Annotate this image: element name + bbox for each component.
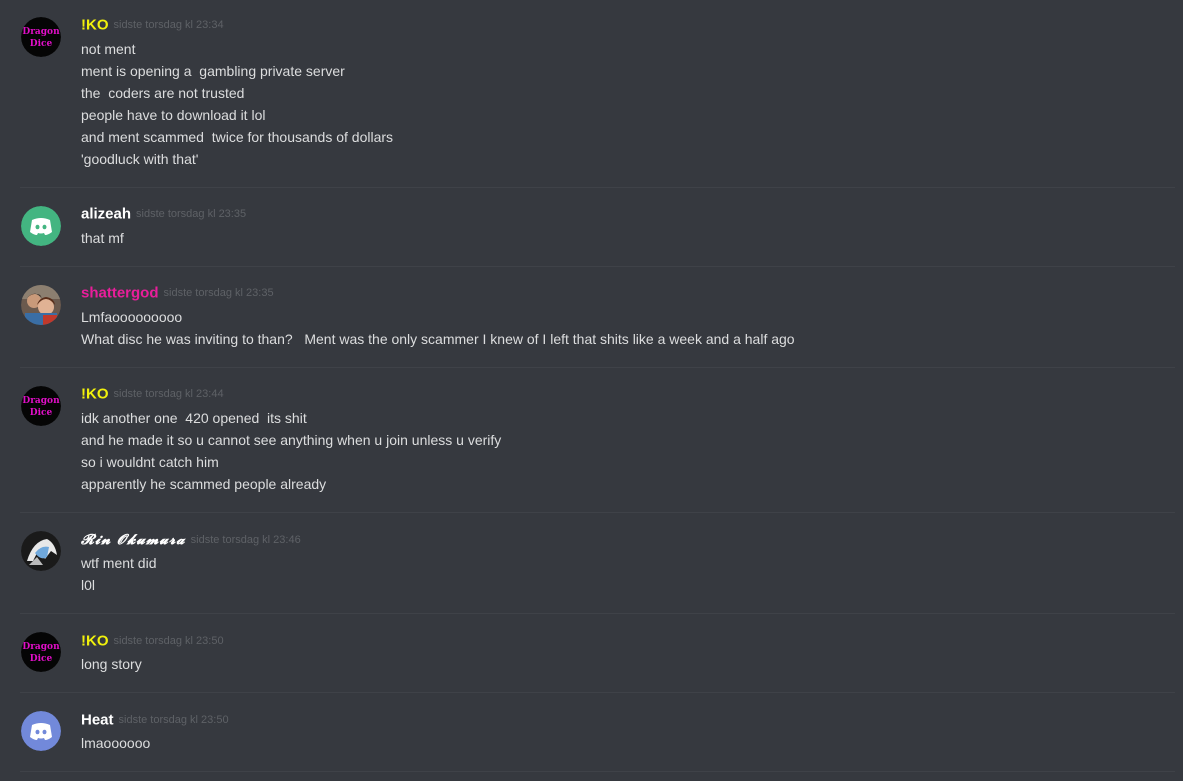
timestamp[interactable]: sidste torsdag kl 23:50 xyxy=(114,635,224,647)
message-header: !KO sidste torsdag kl 23:50 xyxy=(81,632,224,652)
message-group: Dragon Dice !KO sidste torsdag kl 23:44 i… xyxy=(0,368,1183,512)
message-header: Heat sidste torsdag kl 23:50 xyxy=(81,711,229,731)
couple-photo-icon xyxy=(21,285,61,325)
timestamp[interactable]: sidste torsdag kl 23:50 xyxy=(119,714,229,726)
timestamp[interactable]: sidste torsdag kl 23:34 xyxy=(114,19,224,31)
message-content: lmaoooooo xyxy=(81,732,1163,754)
avatar[interactable]: Dragon Dice xyxy=(21,632,61,672)
avatar-text-bottom: Dice xyxy=(30,408,53,418)
message-content: wtf ment did l0l xyxy=(81,552,1163,596)
message-content: that mf xyxy=(81,227,1163,249)
avatar-text-top: Dragon xyxy=(22,396,60,406)
message-line: ment is opening a gambling private serve… xyxy=(81,63,345,79)
message-line: What disc he was inviting to than? Ment … xyxy=(81,331,795,347)
anime-character-icon xyxy=(21,531,61,571)
message-line: that mf xyxy=(81,230,124,246)
username[interactable]: alizeah xyxy=(81,205,131,222)
message-line: people have to download it lol xyxy=(81,107,266,123)
dragon-dice-icon: Dragon Dice xyxy=(21,17,61,57)
message-line: so i wouldnt catch him xyxy=(81,454,219,470)
dragon-dice-icon: Dragon Dice xyxy=(21,386,61,426)
avatar[interactable] xyxy=(21,285,61,325)
message-group: Dragon Dice !KO sidste torsdag kl 23:50 l… xyxy=(0,614,1183,692)
username[interactable]: !KO xyxy=(81,632,109,649)
message-line: long story xyxy=(81,656,142,672)
avatar[interactable]: Dragon Dice xyxy=(21,386,61,426)
message-line: l0l xyxy=(81,577,96,593)
username[interactable]: shattergod xyxy=(81,284,159,301)
avatar-text-bottom: Dice xyxy=(30,39,53,49)
message-line: 'goodluck with that' xyxy=(81,151,199,167)
timestamp[interactable]: sidste torsdag kl 23:44 xyxy=(114,388,224,400)
avatar-text-top: Dragon xyxy=(22,27,60,37)
message-content: Lmfaooooooooo What disc he was inviting … xyxy=(81,306,1163,350)
message-header: !KO sidste torsdag kl 23:44 xyxy=(81,385,224,405)
message-line: and ment scammed twice for thousands of … xyxy=(81,129,394,145)
chat-messages: Dragon Dice !KO sidste torsdag kl 23:34 n… xyxy=(0,0,1183,781)
message-header: 𝓡𝓲𝓷 𝓞𝓴𝓾𝓶𝓾𝓻𝓪 sidste torsdag kl 23:46 xyxy=(81,531,301,551)
message-content: idk another one 420 opened its shit and … xyxy=(81,407,1163,495)
message-line: Lmfaooooooooo xyxy=(81,309,183,325)
message-header: alizeah sidste torsdag kl 23:35 xyxy=(81,205,246,225)
timestamp[interactable]: sidste torsdag kl 23:46 xyxy=(191,534,301,546)
username[interactable]: !KO xyxy=(81,16,109,33)
avatar[interactable] xyxy=(21,711,61,751)
username[interactable]: !KO xyxy=(81,385,109,402)
dragon-dice-icon: Dragon Dice xyxy=(21,632,61,672)
message-group: 𝓡𝓲𝓷 𝓞𝓴𝓾𝓶𝓾𝓻𝓪 sidste torsdag kl 23:46 wtf m… xyxy=(0,513,1183,613)
username[interactable]: Heat xyxy=(81,711,114,728)
avatar[interactable] xyxy=(21,531,61,571)
message-divider xyxy=(20,771,1175,772)
timestamp[interactable]: sidste torsdag kl 23:35 xyxy=(136,208,246,220)
username[interactable]: 𝓡𝓲𝓷 𝓞𝓴𝓾𝓶𝓾𝓻𝓪 xyxy=(81,532,186,548)
discord-blurple-icon xyxy=(21,711,61,751)
message-line: apparently he scammed people already xyxy=(81,476,327,492)
message-group: shattergod sidste torsdag kl 23:35 Lmfaoo… xyxy=(0,267,1183,367)
message-content: long story xyxy=(81,653,1163,675)
message-line: wtf ment did xyxy=(81,555,157,571)
timestamp[interactable]: sidste torsdag kl 23:35 xyxy=(164,287,274,299)
message-line: lmaoooooo xyxy=(81,735,151,751)
message-line: the coders are not trusted xyxy=(81,85,245,101)
message-line: and he made it so u cannot see anything … xyxy=(81,432,502,448)
message-header: !KO sidste torsdag kl 23:34 xyxy=(81,16,224,36)
avatar-text-bottom: Dice xyxy=(30,654,53,664)
message-group: Heat sidste torsdag kl 23:50 lmaoooooo xyxy=(0,693,1183,771)
avatar[interactable]: Dragon Dice xyxy=(21,17,61,57)
avatar-text-top: Dragon xyxy=(22,642,60,652)
message-header: shattergod sidste torsdag kl 23:35 xyxy=(81,284,274,304)
message-group: alizeah sidste torsdag kl 23:35 that mf xyxy=(0,188,1183,266)
message-group: Dragon Dice !KO sidste torsdag kl 23:34 n… xyxy=(0,0,1183,187)
discord-green-icon xyxy=(21,206,61,246)
avatar[interactable] xyxy=(21,206,61,246)
message-content: not ment ment is opening a gambling priv… xyxy=(81,38,1163,170)
message-line: idk another one 420 opened its shit xyxy=(81,410,307,426)
message-line: not ment xyxy=(81,41,136,57)
